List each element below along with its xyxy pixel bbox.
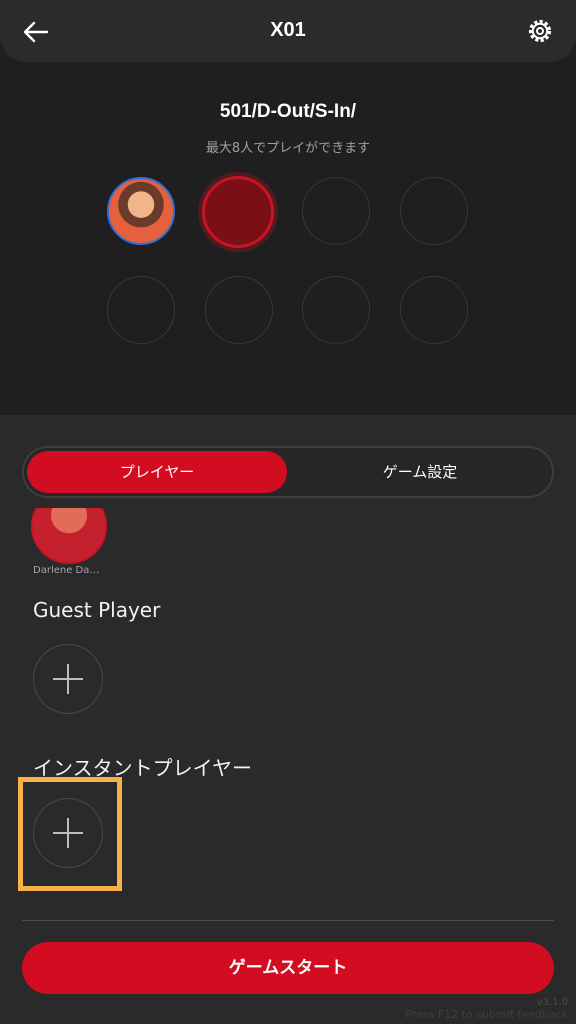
page-title: X01 — [270, 19, 306, 41]
tab-game-settings[interactable]: ゲーム設定 — [290, 451, 550, 493]
player-slot-avatar[interactable] — [107, 177, 175, 245]
player-slot-empty[interactable] — [107, 276, 175, 344]
add-guest-player-button[interactable] — [33, 644, 103, 714]
player-slot-empty[interactable] — [400, 177, 468, 245]
max-players-note: 最大8人でプレイができます — [205, 141, 371, 156]
game-start-button[interactable]: ゲームスタート — [22, 942, 554, 994]
game-summary-panel — [0, 0, 576, 415]
player-slot-selected[interactable] — [202, 176, 274, 248]
highlight-box — [18, 777, 122, 891]
app-header: X01 — [0, 0, 576, 62]
player-slot-empty[interactable] — [302, 177, 370, 245]
tab-bar: プレイヤー ゲーム設定 — [22, 446, 554, 498]
avatar — [31, 508, 107, 564]
player-slot-empty[interactable] — [205, 276, 273, 344]
version-label: v3.1.0 — [536, 997, 568, 1008]
player-slot-empty[interactable] — [400, 276, 468, 344]
tab-player[interactable]: プレイヤー — [27, 451, 287, 493]
gear-icon[interactable] — [524, 15, 556, 47]
game-mode-label: 501/D-Out/S-In/ — [219, 101, 357, 122]
registered-player-name: Darlene Da… — [33, 565, 100, 576]
feedback-hint: Press F12 to submit feedback — [405, 1008, 568, 1021]
registered-player-avatar[interactable] — [31, 508, 107, 564]
guest-player-heading: Guest Player — [33, 598, 161, 622]
divider — [22, 920, 554, 921]
player-slot-empty[interactable] — [302, 276, 370, 344]
